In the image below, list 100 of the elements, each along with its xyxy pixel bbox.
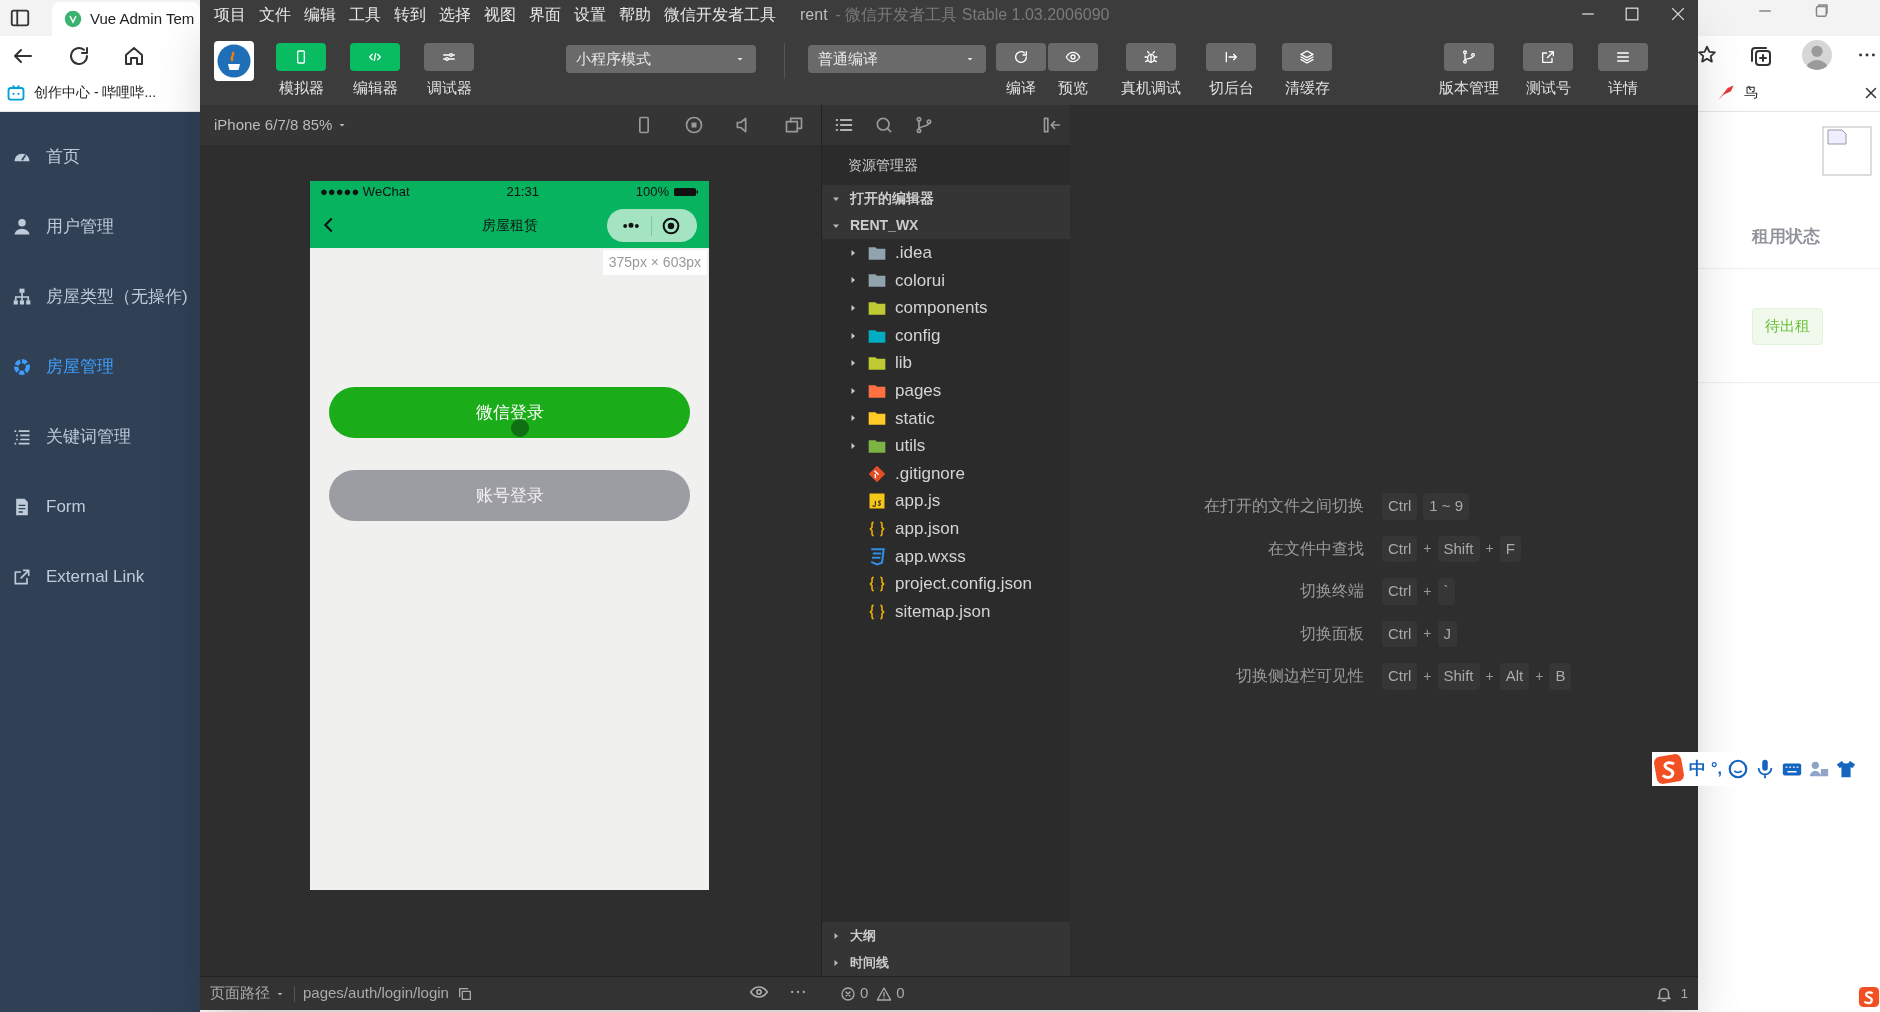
menu-item[interactable]: 编辑 — [304, 2, 336, 27]
shortcut-label: 在文件中查找 — [1267, 538, 1364, 559]
file-tree-item[interactable]: app.js — [822, 487, 1070, 515]
view-toggle[interactable]: 编辑器 — [338, 43, 412, 100]
windows-icon[interactable] — [784, 115, 804, 135]
battery-label: 100% — [635, 183, 669, 202]
file-tree-item[interactable]: static — [822, 404, 1070, 433]
file-tree-item[interactable]: utils — [822, 432, 1070, 460]
file-tree-item[interactable]: app.json — [822, 514, 1070, 543]
page-path-dropdown[interactable]: 页面路径 — [210, 982, 286, 1005]
menu-item[interactable]: 视图 — [484, 2, 516, 27]
file-tree-item[interactable]: app.wxss — [822, 542, 1070, 571]
branch-icon[interactable] — [914, 115, 934, 135]
key-cap: ` — [1437, 578, 1455, 605]
menu-item[interactable]: 设置 — [574, 2, 606, 27]
eye-icon — [1065, 49, 1081, 65]
warning-icon[interactable] — [876, 985, 893, 1002]
link-icon — [12, 567, 32, 587]
tree-icon — [12, 287, 32, 307]
file-tree-item[interactable]: sitemap.json — [822, 597, 1070, 626]
file-tree-item[interactable]: lib — [822, 349, 1070, 377]
status-tag: 待出租 — [1752, 308, 1823, 345]
layers-icon — [1299, 49, 1315, 65]
ime-logo-icon[interactable] — [1654, 754, 1684, 784]
file-tree-item[interactable]: components — [822, 294, 1070, 322]
toolbar-button[interactable]: 清缓存 — [1271, 43, 1343, 100]
js-file-icon — [867, 491, 887, 512]
file-tree-item[interactable]: colorui — [822, 266, 1070, 295]
switch-icon — [1223, 49, 1239, 65]
toolbar-button[interactable]: 真机调试 — [1115, 43, 1187, 100]
menu-item[interactable]: 微信开发者工具 — [664, 2, 776, 27]
reload-icon[interactable] — [67, 44, 91, 68]
input-mode-toggle[interactable]: 中 — [1689, 756, 1706, 782]
menu-item[interactable]: 帮助 — [619, 2, 651, 27]
compile-dropdown[interactable]: 普通编译 — [808, 45, 986, 73]
file-tree-item[interactable]: config — [822, 321, 1070, 350]
menu-item[interactable]: 项目 — [214, 2, 246, 27]
sidebar-item[interactable]: 房屋类型（无操作) — [0, 262, 200, 332]
sidebar-item[interactable]: 用户管理 — [0, 192, 200, 262]
key-cap: F — [1499, 535, 1521, 562]
carrier-label: ●●●●● WeChat — [320, 183, 410, 202]
copy-icon[interactable] — [456, 985, 473, 1002]
menu-item[interactable]: 工具 — [349, 2, 381, 27]
plus-sign: + — [1485, 539, 1494, 559]
menu-item[interactable]: 文件 — [259, 2, 291, 27]
file-tree-item[interactable]: .gitignore — [822, 459, 1070, 488]
key-cap: Shift — [1437, 535, 1480, 562]
tab-actions-icon[interactable] — [9, 7, 31, 29]
sidebar-item[interactable]: Form — [0, 472, 200, 542]
view-toggle[interactable]: 调试器 — [412, 43, 486, 100]
refresh-icon — [1013, 49, 1029, 65]
plus-sign: + — [1423, 624, 1432, 644]
error-icon[interactable] — [840, 985, 856, 1002]
toolbar-button[interactable]: 测试号 — [1512, 43, 1584, 100]
profile-avatar[interactable] — [1802, 40, 1832, 70]
window-title-version: - 微信开发者工具 Stable 1.03.2006090 — [835, 4, 1110, 25]
shortcut-label: 切换侧边栏可见性 — [1235, 666, 1364, 687]
sidebar-item[interactable]: 首页 — [0, 122, 200, 192]
browser-tab[interactable]: Vue Admin Tem — [52, 2, 200, 36]
toolbar-button[interactable]: 切后台 — [1195, 43, 1267, 100]
section-header[interactable]: 打开的编辑器 — [822, 185, 1070, 212]
collections-icon[interactable] — [1749, 44, 1773, 68]
bookmark-link[interactable]: 创作中心 - 哔哩哔... — [34, 82, 157, 103]
section-header[interactable]: 大纲 — [822, 922, 1070, 949]
menu-item[interactable]: 选择 — [439, 2, 471, 27]
user-icon — [12, 217, 32, 237]
shortcut-label: 在打开的文件之间切换 — [1203, 496, 1364, 517]
device-selector[interactable]: iPhone 6/7/8 85% — [214, 113, 349, 137]
sidebar-item[interactable]: 房屋管理 — [0, 332, 200, 402]
bookmark-link[interactable]: 鸟 — [1744, 82, 1758, 103]
git-diamond-icon — [867, 463, 887, 484]
toolbar-button[interactable]: 详情 — [1587, 43, 1659, 100]
key-cap: Alt — [1499, 663, 1530, 690]
record-icon[interactable] — [684, 115, 704, 135]
menu-item[interactable]: 转到 — [394, 2, 426, 27]
share-icon — [1540, 49, 1556, 65]
sidebar-item[interactable]: 关键词管理 — [0, 402, 200, 472]
menu-icon — [1615, 49, 1631, 65]
plus-sign: + — [1423, 666, 1432, 686]
home-icon[interactable] — [122, 44, 146, 68]
shortcut-label: 切换终端 — [1299, 581, 1364, 602]
file-tree-item[interactable]: project.config.json — [822, 570, 1070, 598]
mode-dropdown[interactable]: 小程序模式 — [566, 45, 756, 73]
punctuation-toggle[interactable]: °, — [1711, 757, 1722, 781]
column-header: 租用状态 — [1752, 226, 1820, 248]
toolbar-button[interactable]: 预览 — [1037, 43, 1109, 100]
shirt-icon[interactable] — [1834, 758, 1857, 780]
file-tree-item[interactable]: .idea — [822, 239, 1070, 267]
section-header[interactable]: RENT_WX — [822, 212, 1070, 239]
search-icon[interactable] — [874, 115, 894, 135]
section-header[interactable]: 时间线 — [822, 949, 1070, 976]
collapse-panel-icon[interactable] — [1042, 115, 1062, 135]
sidebar-item[interactable]: External Link — [0, 542, 200, 612]
file-tree-item[interactable]: pages — [822, 376, 1070, 405]
smiley-icon[interactable] — [1726, 758, 1749, 780]
view-toggle[interactable]: 模拟器 — [264, 43, 338, 100]
shortcut-label: 切换面板 — [1299, 623, 1364, 644]
menu-item[interactable]: 界面 — [529, 2, 561, 27]
warning-count: 0 — [896, 983, 905, 1004]
toolbar-button[interactable]: 版本管理 — [1433, 43, 1505, 100]
